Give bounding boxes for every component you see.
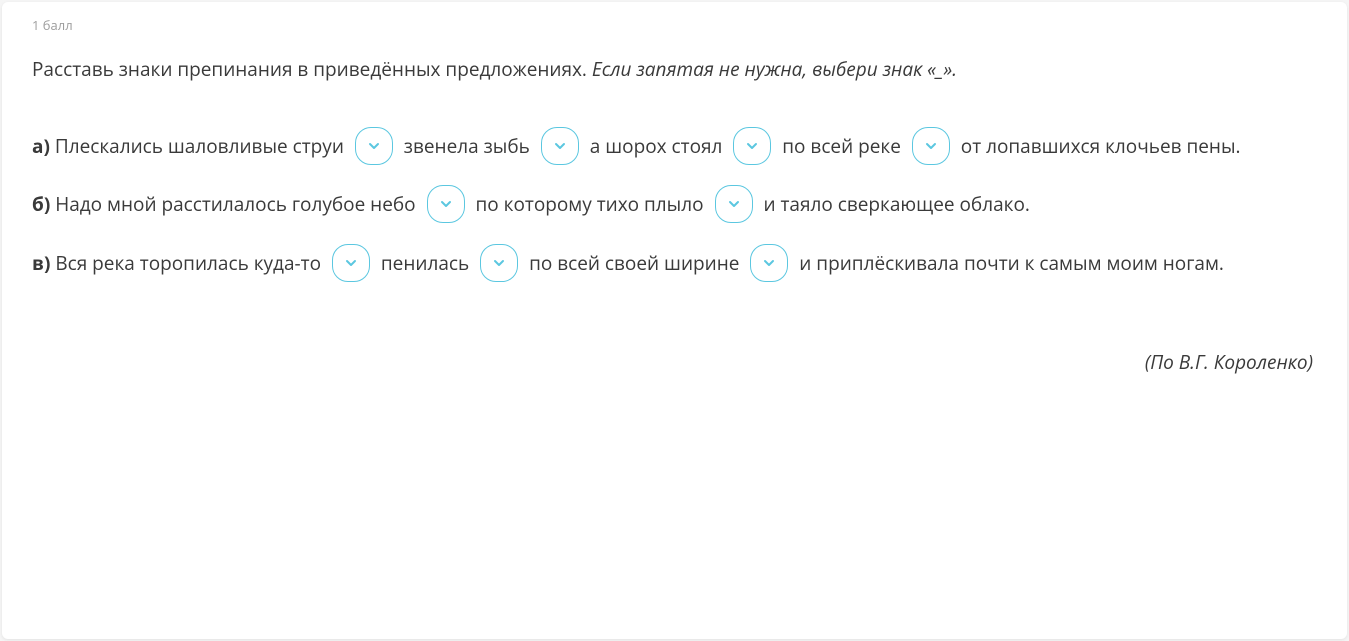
chevron-down-icon <box>438 196 454 212</box>
exercise-card: 1 балл Расставь знаки препинания в приве… <box>2 2 1347 639</box>
dropdown-b-1[interactable] <box>427 185 465 223</box>
sentence-a-part2: звенела зыбь <box>399 133 535 159</box>
sentence-a-part1: Плескались шаловливые струи <box>50 133 349 159</box>
dropdown-c-3[interactable] <box>750 244 788 282</box>
attribution-text: (По В.Г. Короленко) <box>32 349 1317 375</box>
dropdown-c-1[interactable] <box>332 244 370 282</box>
sentence-b-part1: Надо мной расстилалось голубое небо <box>50 191 420 217</box>
sentence-b-part2: по которому тихо плыло <box>471 191 709 217</box>
instruction-hint: Если запятая не нужна, выбери знак «_». <box>592 56 957 82</box>
sentences-block: а) Плескались шаловливые струи звенела з… <box>32 117 1317 294</box>
chevron-down-icon <box>491 255 507 271</box>
dropdown-a-3[interactable] <box>733 127 771 165</box>
dropdown-a-4[interactable] <box>912 127 950 165</box>
sentence-a-part5: от лопавшихся клочьев пены. <box>956 133 1241 159</box>
dropdown-b-2[interactable] <box>715 185 753 223</box>
chevron-down-icon <box>343 255 359 271</box>
score-label: 1 балл <box>32 16 1317 34</box>
chevron-down-icon <box>761 255 777 271</box>
instruction-main: Расставь знаки препинания в приведённых … <box>32 56 592 82</box>
chevron-down-icon <box>552 138 568 154</box>
dropdown-c-2[interactable] <box>480 244 518 282</box>
sentence-c-part1: Вся река торопилась куда-то <box>50 250 326 276</box>
chevron-down-icon <box>366 138 382 154</box>
sentence-a-part4: по всей реке <box>777 133 906 159</box>
chevron-down-icon <box>726 196 742 212</box>
sentence-c-part4: и приплёскивала почти к самым моим ногам… <box>794 250 1224 276</box>
chevron-down-icon <box>923 138 939 154</box>
sentence-c-part3: по всей своей ширине <box>524 250 744 276</box>
sentence-c-part2: пенилась <box>376 250 474 276</box>
sentence-c-label: в) <box>32 250 50 276</box>
dropdown-a-2[interactable] <box>541 127 579 165</box>
dropdown-a-1[interactable] <box>355 127 393 165</box>
sentence-a-part3: а шорох стоял <box>585 133 728 159</box>
chevron-down-icon <box>744 138 760 154</box>
sentence-a-label: а) <box>32 133 50 159</box>
instruction-text: Расставь знаки препинания в приведённых … <box>32 56 1317 83</box>
sentence-b-part3: и таяло сверкающее облако. <box>759 191 1030 217</box>
sentence-b-label: б) <box>32 191 50 217</box>
